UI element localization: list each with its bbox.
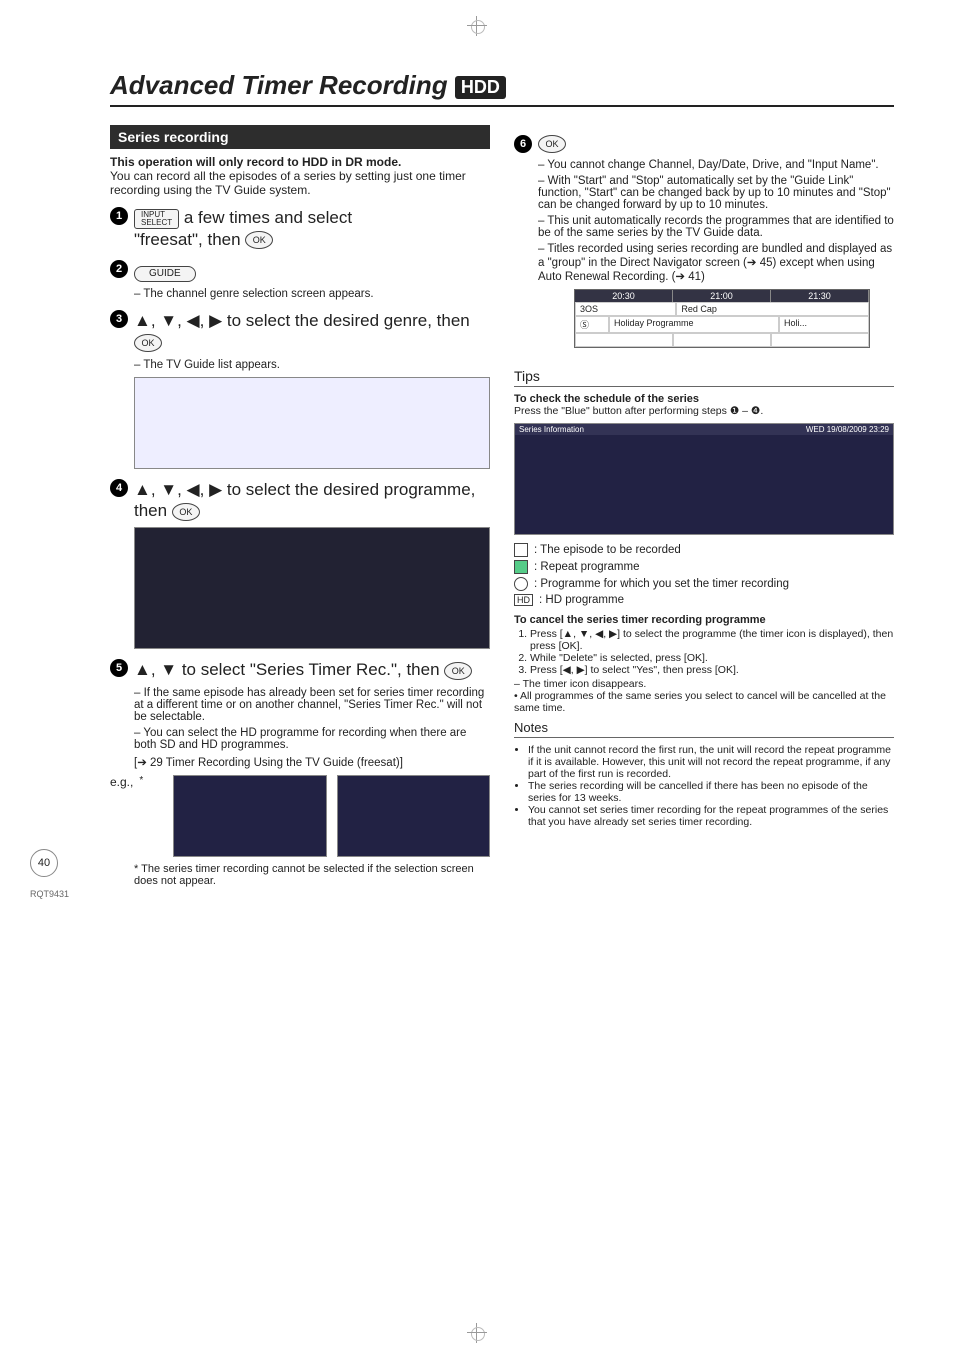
- note-3: You cannot set series timer recording fo…: [528, 804, 894, 828]
- step-5-note-1: – If the same episode has already been s…: [134, 687, 490, 723]
- divider: [514, 386, 894, 387]
- step-6-note-1: – You cannot change Channel, Day/Date, D…: [538, 159, 894, 171]
- tips-subheading: To check the schedule of the series: [514, 393, 894, 405]
- cancel-step-2: While "Delete" is selected, press [OK].: [530, 652, 894, 664]
- section-header: Series recording: [110, 125, 490, 149]
- ok-button[interactable]: OK: [172, 503, 200, 521]
- legend-4: : HD programme: [539, 594, 624, 606]
- tv-guide-programme-illustration: [134, 527, 490, 649]
- arrow-icons: ▲, ▼: [134, 660, 182, 679]
- step-6-note-2: – With "Start" and "Stop" automatically …: [538, 175, 894, 211]
- eg-label: e.g.,: [110, 775, 133, 789]
- note-2: The series recording will be cancelled i…: [528, 780, 894, 804]
- selection-screen-illustration: [173, 775, 326, 857]
- intro-text: You can record all the episodes of a ser…: [110, 169, 466, 197]
- step-5-icon: 5: [110, 659, 128, 677]
- cancel-note-2: • All programmes of the same series you …: [514, 690, 894, 714]
- step-5-text: to select "Series Timer Rec.", then: [182, 660, 440, 679]
- intro-bold: This operation will only record to HDD i…: [110, 155, 401, 169]
- step-2-icon: 2: [110, 260, 128, 278]
- step-6-icon: 6: [514, 135, 532, 153]
- doc-code: RQT9431: [30, 889, 69, 899]
- page-number: 40: [30, 849, 58, 877]
- timer-recording-illustration: [337, 775, 490, 857]
- legend-green-swatch: [514, 560, 528, 574]
- cancel-step-3: Press [◀, ▶] to select "Yes", then press…: [530, 664, 894, 676]
- arrow-icons: ▲, ▼, ◀, ▶: [134, 480, 227, 499]
- tv-guide-list-illustration: [134, 377, 490, 469]
- note-1: If the unit cannot record the first run,…: [528, 744, 894, 780]
- hdd-badge: HDD: [455, 76, 506, 99]
- step-6-note-3: – This unit automatically records the pr…: [538, 215, 894, 239]
- ok-button[interactable]: OK: [538, 135, 566, 153]
- cancel-note-1: – The timer icon disappears.: [514, 678, 894, 690]
- title-rule: [110, 105, 894, 107]
- legend-1: : The episode to be recorded: [534, 544, 681, 556]
- step-5-note-2: – You can select the HD programme for re…: [134, 727, 490, 751]
- step-6-note-4: – Titles recorded using series recording…: [538, 243, 894, 283]
- ok-button[interactable]: OK: [444, 662, 472, 680]
- tips-range: ❶ – ❹.: [730, 405, 763, 417]
- step-1-icon: 1: [110, 207, 128, 225]
- ok-button[interactable]: OK: [245, 231, 273, 249]
- arrow-icons: ▲, ▼, ◀, ▶: [134, 311, 227, 330]
- step-2-note: – The channel genre selection screen app…: [134, 288, 490, 300]
- footnote: * The series timer recording cannot be s…: [134, 863, 490, 887]
- notes-heading: Notes: [514, 720, 894, 735]
- cancel-subheading: To cancel the series timer recording pro…: [514, 614, 894, 626]
- ok-button[interactable]: OK: [134, 334, 162, 352]
- legend-white-swatch: [514, 543, 528, 557]
- programme-grid-illustration: 20:30 21:00 21:30 3OS Red Cap Ⓢ Holiday …: [574, 289, 870, 348]
- series-information-illustration: Series Information WED 19/08/2009 23:29: [514, 423, 894, 535]
- divider: [514, 737, 894, 738]
- cancel-step-1: Press [▲, ▼, ◀, ▶] to select the program…: [530, 628, 894, 652]
- legend-clock-icon: [514, 577, 528, 591]
- step-5-note-3: [➔ 29 Timer Recording Using the TV Guide…: [134, 755, 490, 769]
- step-4-icon: 4: [110, 479, 128, 497]
- step-3-text: to select the desired genre, then: [227, 311, 470, 330]
- step-3-note: – The TV Guide list appears.: [134, 359, 490, 371]
- page-title: Advanced Timer Recording: [110, 70, 448, 100]
- legend-hd-badge: HD: [514, 594, 533, 606]
- step-1-text-a: a few times and select: [184, 208, 352, 227]
- tips-line: Press the "Blue" button after performing…: [514, 405, 727, 417]
- step-3-icon: 3: [110, 310, 128, 328]
- legend-2: : Repeat programme: [534, 561, 639, 573]
- tips-heading: Tips: [514, 368, 894, 384]
- step-1-text-b: "freesat", then: [134, 230, 241, 249]
- legend-3: : Programme for which you set the timer …: [534, 578, 789, 590]
- input-select-button[interactable]: INPUT SELECT: [134, 209, 179, 229]
- guide-button[interactable]: GUIDE: [134, 266, 196, 283]
